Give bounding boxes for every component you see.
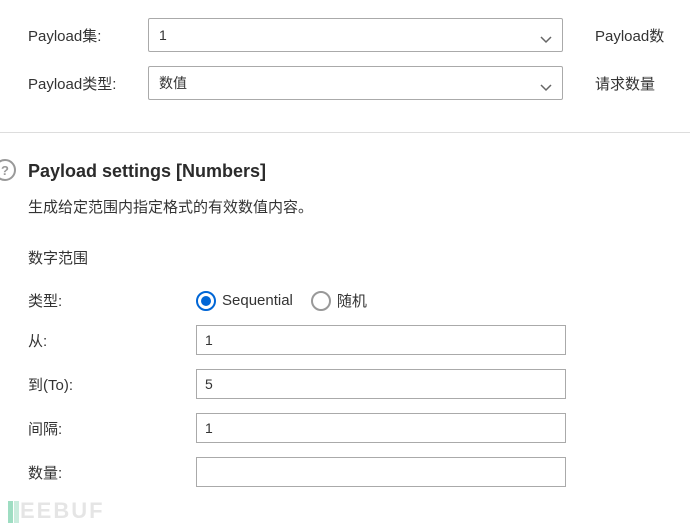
- count-row: 数量:: [28, 457, 690, 487]
- count-input[interactable]: [196, 457, 566, 487]
- from-label: 从:: [28, 330, 196, 351]
- radio-random-label: 随机: [337, 290, 367, 311]
- radio-sequential-label: Sequential: [222, 292, 293, 309]
- radio-icon: [311, 291, 331, 311]
- top-config-section: Payload集: 1 Payload数 Payload类型: 数值 请求数量: [0, 0, 690, 132]
- number-range-title: 数字范围: [28, 247, 690, 268]
- section-title: Payload settings [Numbers]: [28, 161, 690, 182]
- step-input[interactable]: [196, 413, 566, 443]
- to-row: 到(To):: [28, 369, 690, 399]
- payload-type-value: 数值: [159, 73, 187, 93]
- to-label: 到(To):: [28, 374, 196, 395]
- payload-type-select[interactable]: 数值: [148, 66, 563, 100]
- request-count-label: 请求数量: [595, 73, 655, 94]
- payload-settings-section: ? Payload settings [Numbers] 生成给定范围内指定格式…: [0, 133, 690, 487]
- payload-set-row: Payload集: 1 Payload数: [28, 18, 690, 52]
- from-row: 从:: [28, 325, 690, 355]
- chevron-down-icon: [540, 79, 552, 87]
- help-icon[interactable]: ?: [0, 159, 16, 181]
- payload-count-label: Payload数: [595, 25, 664, 46]
- from-input[interactable]: [196, 325, 566, 355]
- type-row: 类型: Sequential 随机: [28, 290, 690, 311]
- type-label: 类型:: [28, 290, 196, 311]
- payload-set-select[interactable]: 1: [148, 18, 563, 52]
- payload-set-label: Payload集:: [28, 25, 148, 46]
- radio-icon: [196, 291, 216, 311]
- type-radio-group: Sequential 随机: [196, 290, 367, 311]
- payload-type-label: Payload类型:: [28, 73, 148, 94]
- watermark: EEBUF: [8, 498, 105, 524]
- payload-set-value: 1: [159, 27, 167, 43]
- radio-random[interactable]: 随机: [311, 290, 367, 311]
- section-desc: 生成给定范围内指定格式的有效数值内容。: [28, 196, 690, 217]
- step-label: 间隔:: [28, 418, 196, 439]
- radio-sequential[interactable]: Sequential: [196, 291, 293, 311]
- count-label: 数量:: [28, 462, 196, 483]
- step-row: 间隔:: [28, 413, 690, 443]
- payload-type-row: Payload类型: 数值 请求数量: [28, 66, 690, 100]
- chevron-down-icon: [540, 31, 552, 39]
- to-input[interactable]: [196, 369, 566, 399]
